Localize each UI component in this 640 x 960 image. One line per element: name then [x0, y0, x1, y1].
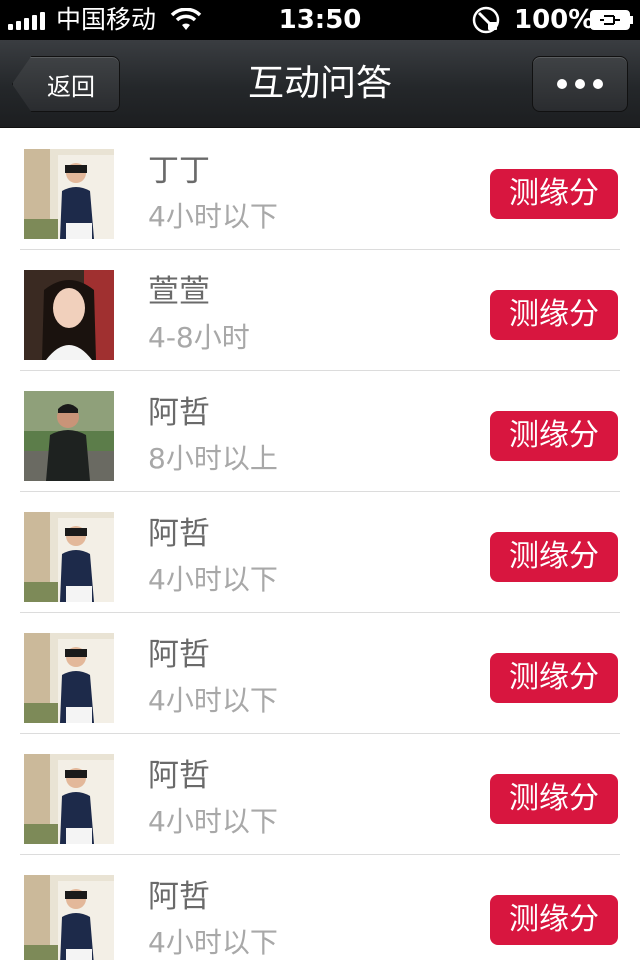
avatar-man-white-wall-image [24, 512, 114, 602]
avatar[interactable] [24, 149, 114, 239]
dot-icon [593, 79, 603, 89]
online-duration: 4-8小时 [148, 321, 250, 354]
avatar[interactable] [24, 754, 114, 844]
avatar-man-white-wall-image [24, 875, 114, 960]
list-item[interactable]: 阿哲 8小时以上 测缘分 [0, 371, 640, 492]
dot-icon [575, 79, 585, 89]
user-name: 阿哲 [148, 637, 210, 673]
avatar[interactable] [24, 633, 114, 723]
battery-icon [590, 10, 633, 30]
test-match-button[interactable]: 测缘分 [490, 169, 618, 219]
avatar[interactable] [24, 875, 114, 960]
online-duration: 4小时以下 [148, 926, 278, 959]
test-match-button[interactable]: 测缘分 [490, 653, 618, 703]
user-list: 丁丁 4小时以下 测缘分 萱萱 4-8小时 测缘分 阿哲 8小时以上 测缘分 阿哲 4小时以下… [0, 129, 640, 960]
test-match-button[interactable]: 测缘分 [490, 774, 618, 824]
dot-icon [557, 79, 567, 89]
online-duration: 4小时以下 [148, 200, 278, 233]
user-name: 萱萱 [148, 274, 210, 310]
list-item[interactable]: 阿哲 4小时以下 测缘分 [0, 492, 640, 613]
avatar-man-outdoor-image [24, 391, 114, 481]
list-item[interactable]: 阿哲 4小时以下 测缘分 [0, 855, 640, 960]
online-duration: 4小时以下 [148, 563, 278, 596]
battery-percentage: 100% [514, 5, 595, 35]
rotation-lock-icon [472, 6, 500, 34]
list-item[interactable]: 萱萱 4-8小时 测缘分 [0, 250, 640, 371]
navigation-bar: 返回 互动问答 [0, 40, 640, 128]
test-match-button[interactable]: 测缘分 [490, 411, 618, 461]
user-name: 阿哲 [148, 516, 210, 552]
list-item[interactable]: 阿哲 4小时以下 测缘分 [0, 734, 640, 855]
list-item[interactable]: 阿哲 4小时以下 测缘分 [0, 613, 640, 734]
list-item[interactable]: 丁丁 4小时以下 测缘分 [0, 129, 640, 250]
online-duration: 4小时以下 [148, 805, 278, 838]
user-name: 阿哲 [148, 758, 210, 794]
user-name: 阿哲 [148, 395, 210, 431]
online-duration: 4小时以下 [148, 684, 278, 717]
avatar[interactable] [24, 512, 114, 602]
avatar[interactable] [24, 270, 114, 360]
online-duration: 8小时以上 [148, 442, 278, 475]
test-match-button[interactable]: 测缘分 [490, 532, 618, 582]
avatar-man-white-wall-image [24, 754, 114, 844]
user-name: 丁丁 [148, 153, 210, 189]
more-button[interactable] [532, 56, 628, 112]
test-match-button[interactable]: 测缘分 [490, 290, 618, 340]
user-name: 阿哲 [148, 879, 210, 915]
avatar-man-white-wall-image [24, 149, 114, 239]
status-bar: 中国移动 13:50 100% [0, 0, 640, 40]
avatar-man-white-wall-image [24, 633, 114, 723]
avatar-woman-long-hair-image [24, 270, 114, 360]
test-match-button[interactable]: 测缘分 [490, 895, 618, 945]
avatar[interactable] [24, 391, 114, 481]
